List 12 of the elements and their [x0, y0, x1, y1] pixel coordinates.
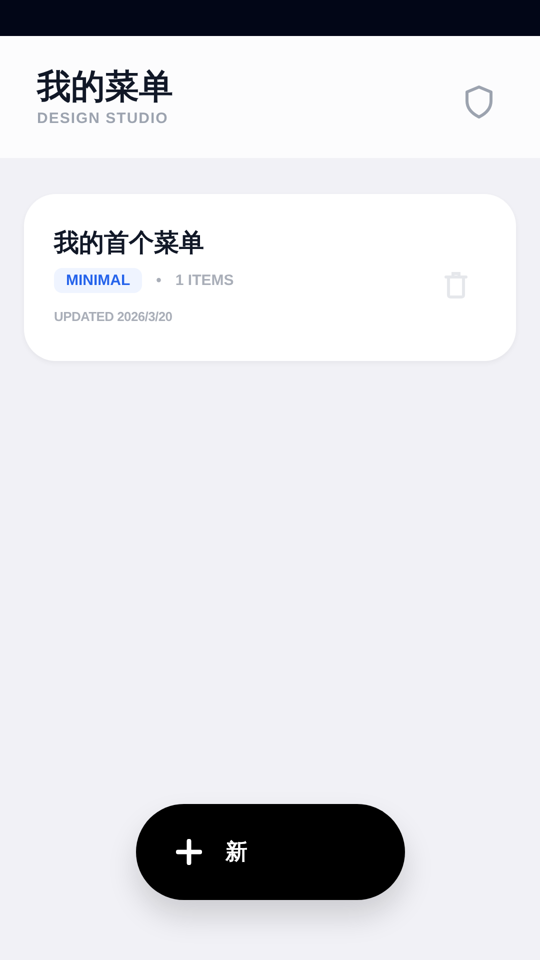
shield-icon[interactable] — [464, 85, 494, 119]
menu-name: 我的首个菜单 — [54, 228, 205, 258]
plus-icon — [176, 839, 202, 865]
item-count: 1 ITEMS — [175, 272, 234, 289]
trash-icon[interactable] — [444, 270, 468, 298]
new-menu-button[interactable]: 新 — [136, 804, 404, 900]
menu-card[interactable]: 我的首个菜单 MINIMAL • 1 ITEMS UPDATED 2026/3/20 — [24, 194, 516, 361]
page-title: 我的菜单 — [37, 67, 173, 108]
style-tag: MINIMAL — [54, 268, 142, 293]
separator-dot: • — [156, 272, 162, 289]
page-subtitle: DESIGN STUDIO — [37, 110, 170, 127]
updated-date: UPDATED 2026/3/20 — [54, 309, 174, 324]
